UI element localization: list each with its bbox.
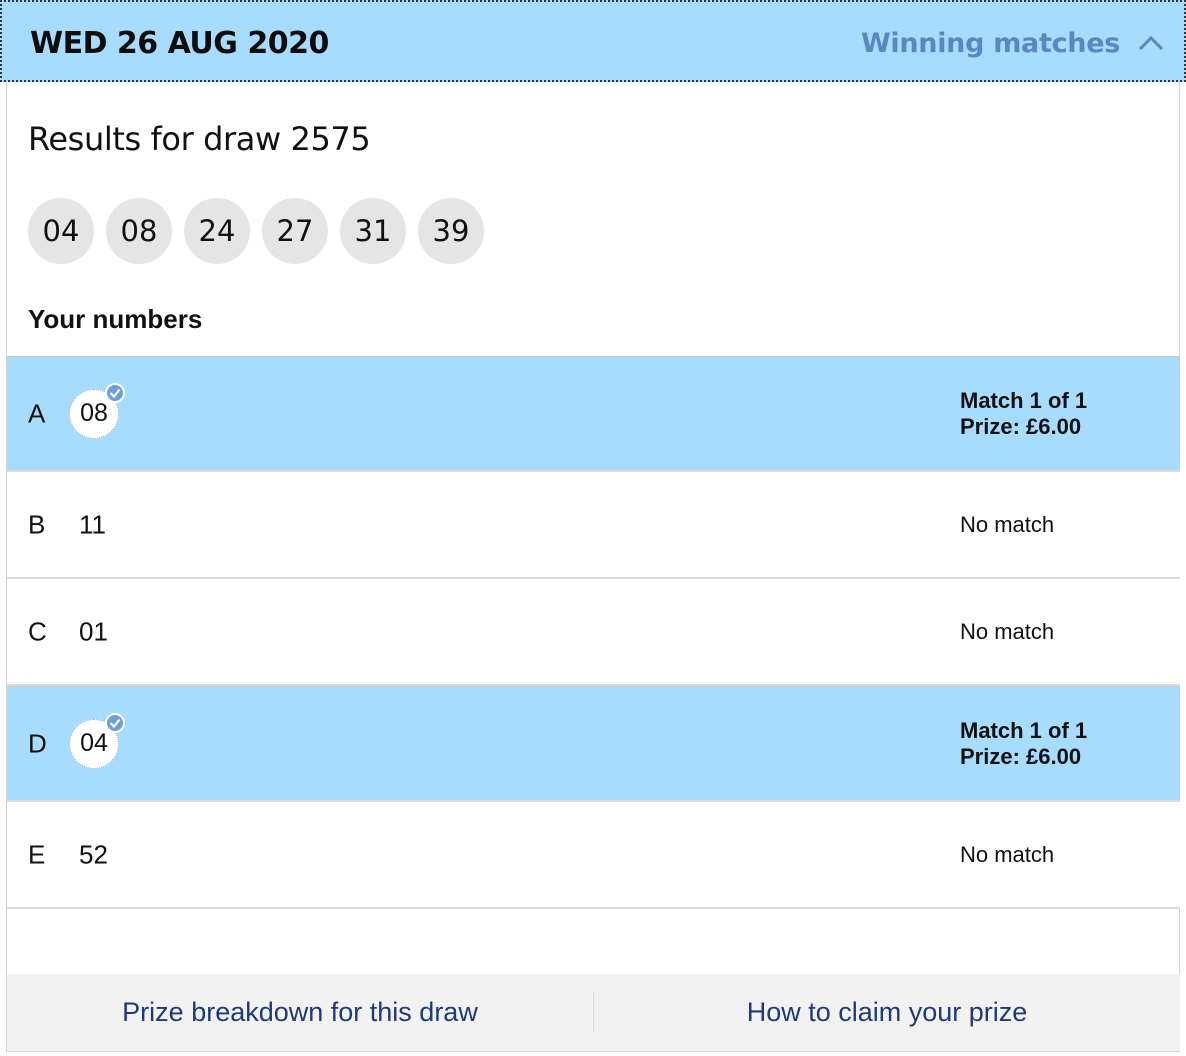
draw-footer: Prize breakdown for this draw How to cla…	[7, 974, 1180, 1051]
winning-matches-label: Winning matches	[860, 27, 1120, 59]
winning-ball: 27	[262, 198, 328, 264]
line-letter: C	[28, 616, 47, 646]
draw-header[interactable]: WED 26 AUG 2020 Winning matches	[0, 0, 1186, 82]
match-count: Match 1 of 1	[960, 387, 1088, 413]
number-line-b: B 11 No match	[7, 472, 1180, 579]
line-number: 52	[79, 839, 108, 869]
winning-ball: 31	[340, 198, 406, 264]
match-count: Match 1 of 1	[960, 717, 1088, 743]
no-match-result: No match	[960, 841, 1055, 867]
number-line-a: A 08 Match 1 of 1 Prize: £6.00	[7, 356, 1180, 472]
line-letter: A	[28, 398, 46, 428]
winning-ball: 24	[184, 198, 250, 264]
prize-amount: Prize: £6.00	[960, 743, 1082, 769]
match-result: Match 1 of 1 Prize: £6.00	[960, 718, 1087, 770]
matched-number: 04	[69, 712, 125, 769]
draw-date: WED 26 AUG 2020	[30, 26, 329, 61]
line-number: 11	[79, 509, 106, 539]
prize-breakdown-link[interactable]: Prize breakdown for this draw	[7, 974, 593, 1051]
winning-ball: 39	[418, 198, 484, 264]
line-letter: B	[28, 509, 46, 539]
check-circle-icon	[104, 712, 126, 741]
chevron-up-icon[interactable]	[1138, 35, 1164, 51]
line-letter: E	[28, 839, 46, 869]
number-line-e: E 52 No match	[7, 802, 1180, 909]
check-circle-icon	[104, 382, 126, 411]
winning-matches-toggle[interactable]: Winning matches	[861, 26, 1164, 60]
winning-ball: 04	[28, 198, 94, 264]
line-number: 01	[79, 616, 108, 646]
your-numbers-heading: Your numbers	[28, 304, 203, 334]
results-title: Results for draw 2575	[28, 120, 371, 158]
matched-number: 08	[69, 382, 125, 439]
winning-ball: 08	[106, 198, 172, 264]
number-line-d: D 04 Match 1 of 1 Prize: £6.00	[7, 686, 1180, 802]
match-result: Match 1 of 1 Prize: £6.00	[960, 388, 1087, 440]
line-letter: D	[28, 728, 47, 758]
no-match-result: No match	[960, 511, 1055, 537]
prize-amount: Prize: £6.00	[960, 413, 1082, 439]
number-line-c: C 01 No match	[7, 579, 1180, 686]
winning-balls: 04 08 24 27 31 39	[28, 198, 484, 264]
no-match-result: No match	[960, 618, 1055, 644]
your-numbers-list: A 08 Match 1 of 1 Prize: £6.00 B 11 No m…	[7, 356, 1180, 909]
claim-prize-link[interactable]: How to claim your prize	[594, 974, 1180, 1051]
